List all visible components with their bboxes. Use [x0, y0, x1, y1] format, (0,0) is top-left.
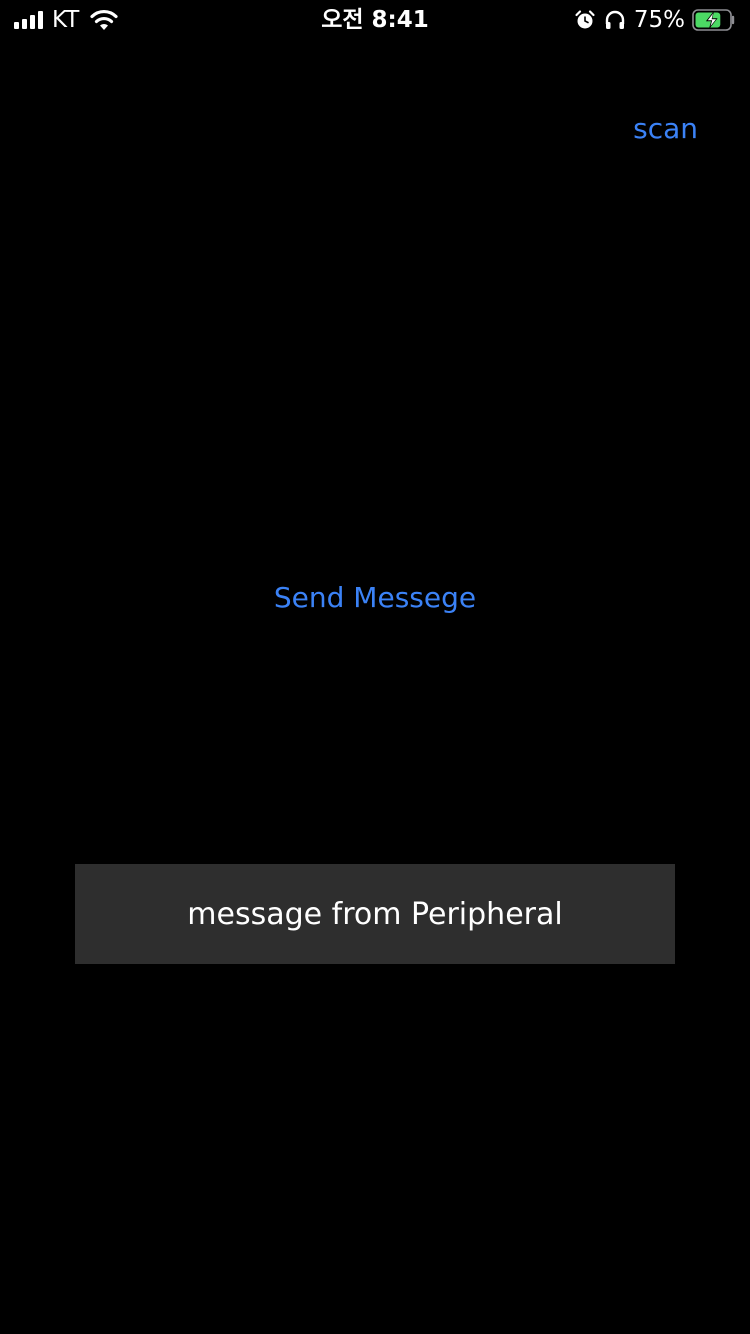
scan-button[interactable]: scan	[633, 111, 698, 147]
message-text: message from Peripheral	[187, 896, 563, 932]
status-bar: KT 오전 8:41 75%	[0, 0, 750, 40]
battery-charging-icon	[692, 9, 735, 31]
battery-percent: 75%	[633, 7, 685, 33]
alarm-icon	[575, 10, 595, 29]
status-bar-right: 75%	[574, 8, 736, 32]
headphones-icon	[605, 10, 625, 29]
send-message-button[interactable]: Send Messege	[0, 580, 750, 616]
message-box: message from Peripheral	[75, 864, 675, 964]
